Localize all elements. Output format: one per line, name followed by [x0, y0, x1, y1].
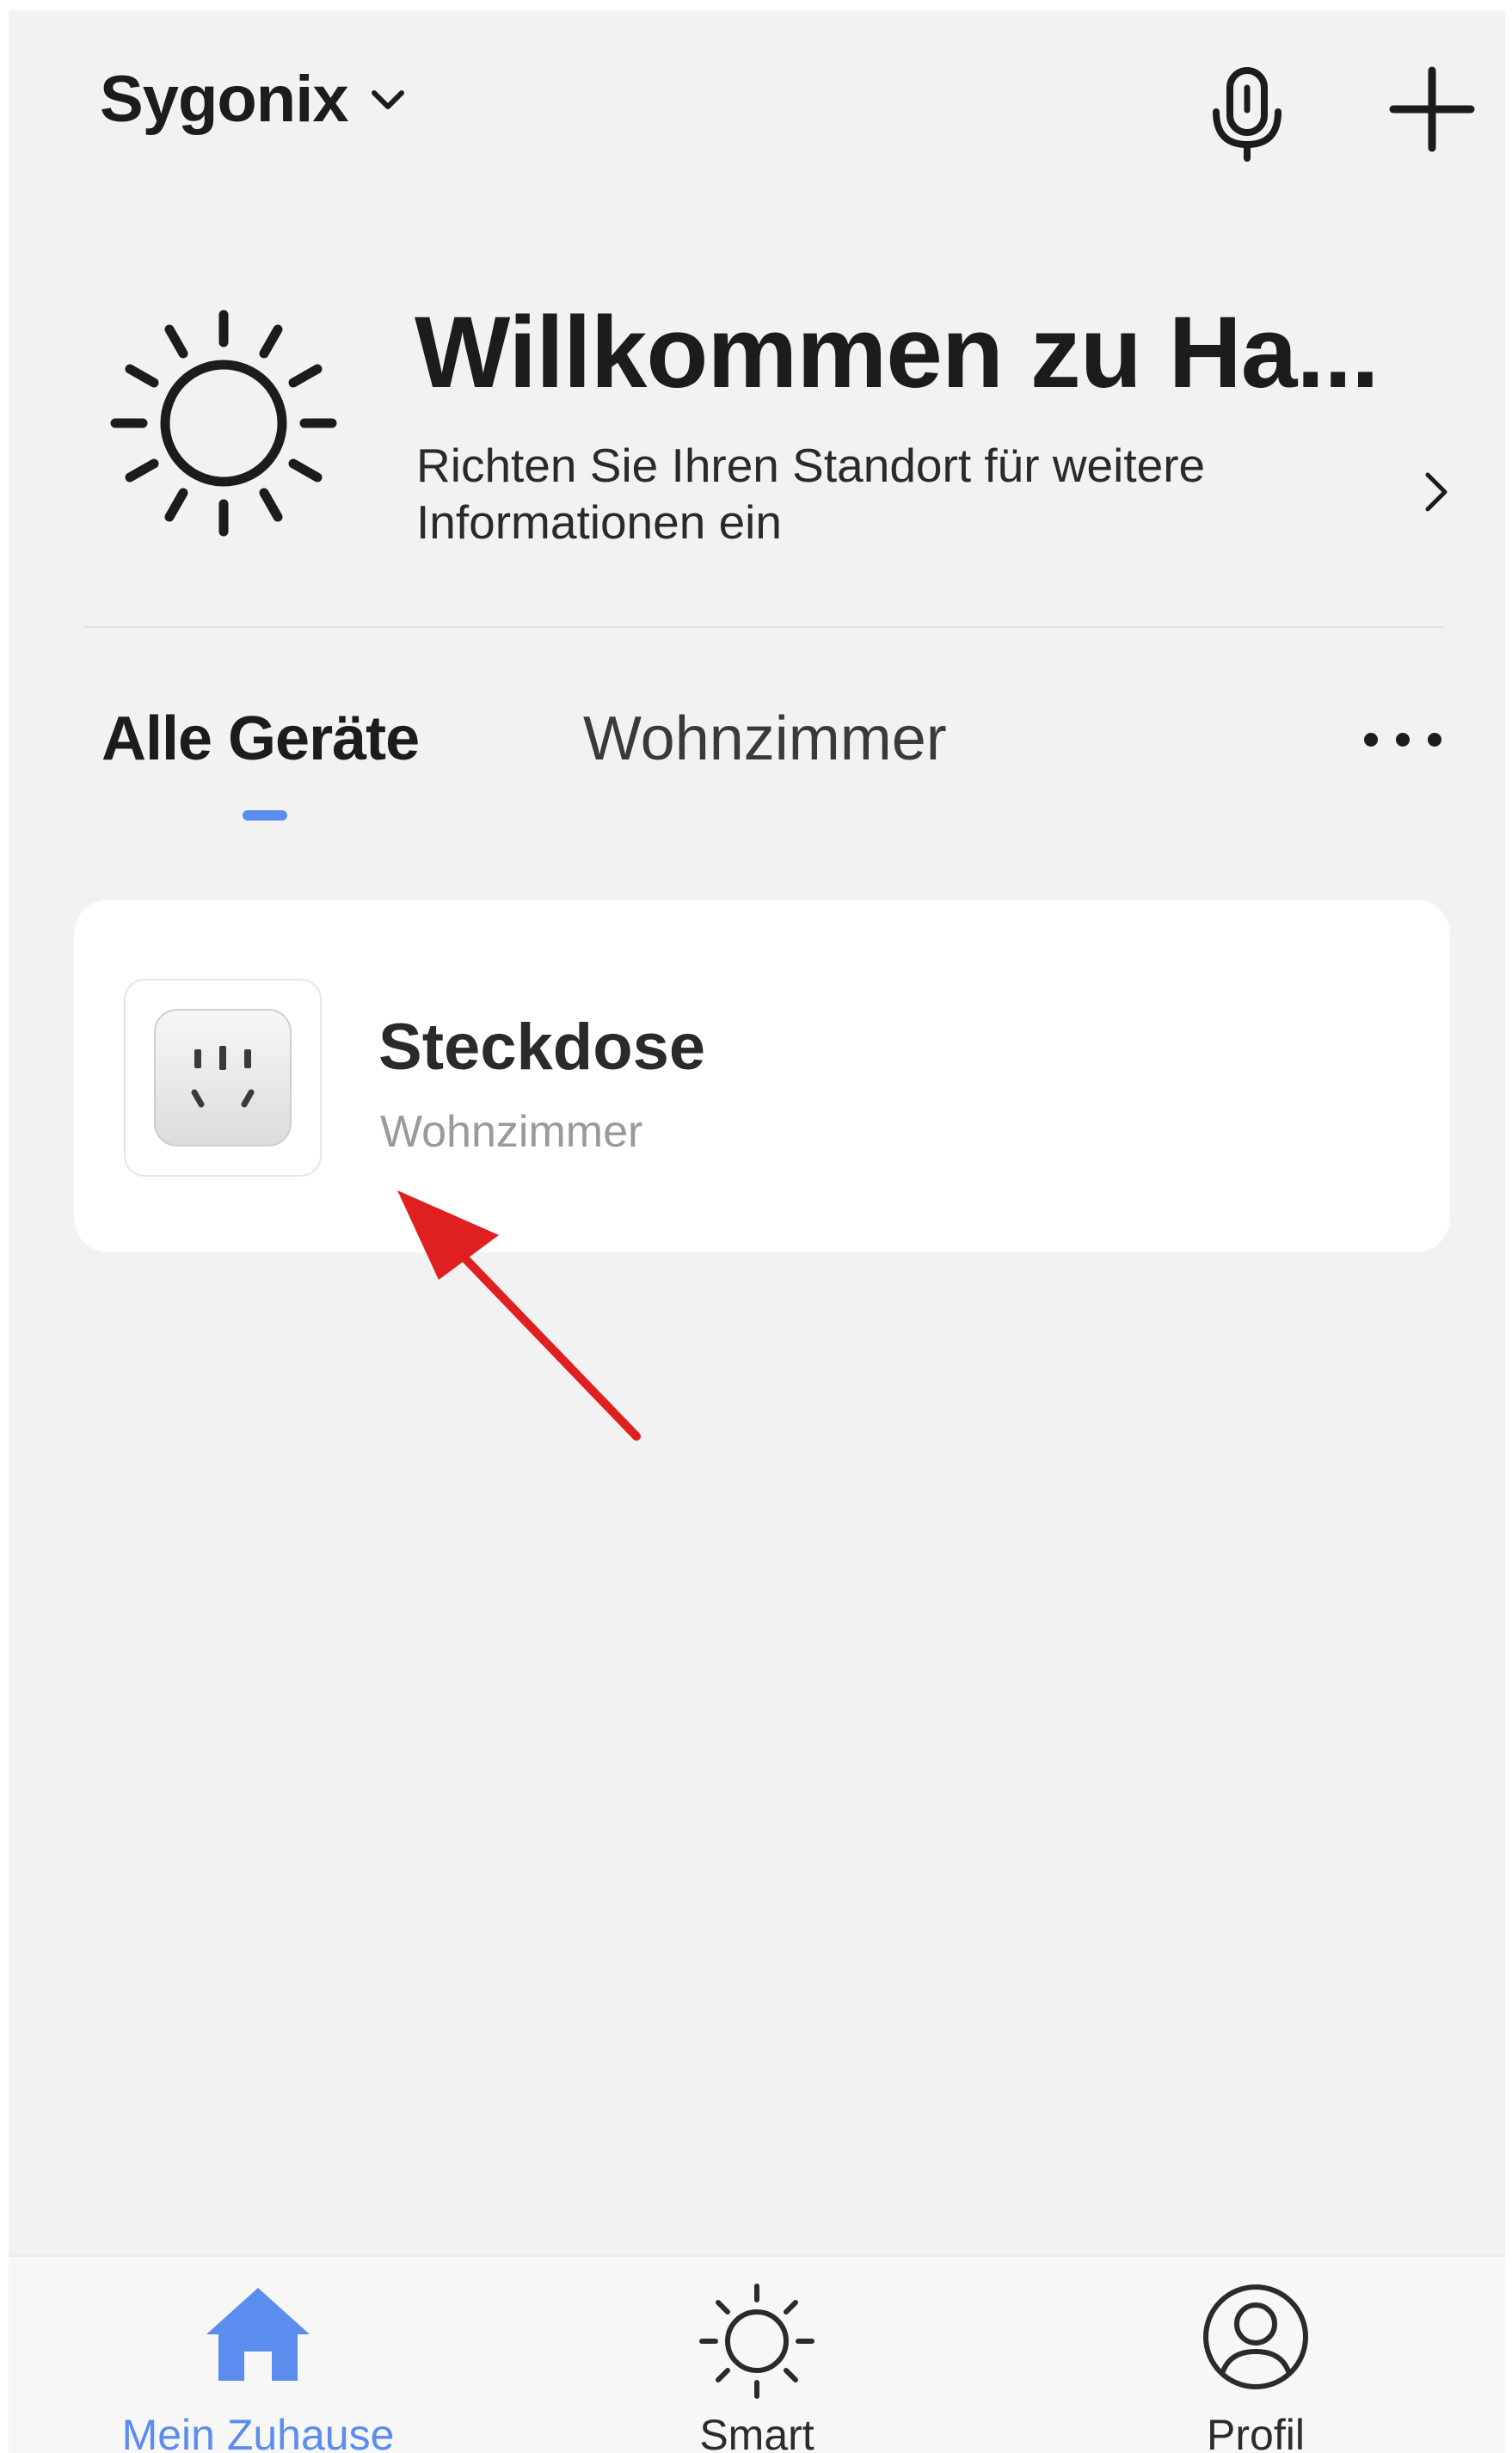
home-name: Sygonix	[100, 63, 349, 136]
welcome-banner[interactable]: Willkommen zu Ha... Richten Sie Ihren St…	[9, 286, 1505, 569]
sun-icon	[110, 310, 337, 537]
device-card[interactable]: Steckdose Wohnzimmer	[74, 900, 1450, 1252]
power-socket-icon	[154, 1009, 292, 1147]
sun-icon	[699, 2284, 814, 2399]
device-name: Steckdose	[378, 1011, 706, 1084]
more-options-icon[interactable]	[1355, 714, 1450, 765]
divider	[84, 626, 1443, 628]
nav-profil[interactable]: Profil	[1032, 2257, 1479, 2453]
bottom-nav: Mein Zuhause Smart Profil	[9, 2255, 1505, 2453]
tab-wohnzimmer[interactable]: Wohnzimmer	[583, 704, 947, 774]
nav-label-smart: Smart	[699, 2411, 814, 2453]
profile-icon	[1203, 2284, 1308, 2389]
active-tab-indicator	[243, 810, 287, 821]
device-room: Wohnzimmer	[380, 1107, 643, 1157]
nav-smart[interactable]: Smart	[533, 2257, 980, 2453]
nav-label-mein-zuhause: Mein Zuhause	[121, 2411, 395, 2453]
welcome-title: Willkommen zu Ha...	[415, 296, 1380, 409]
device-thumbnail	[124, 979, 322, 1177]
nav-label-profil: Profil	[1207, 2411, 1305, 2453]
home-selector[interactable]: Sygonix	[100, 62, 409, 137]
microphone-icon[interactable]	[1204, 62, 1290, 165]
add-device-button[interactable]	[1385, 62, 1479, 157]
app-screen: Sygonix Willkommen zu Ha... Richten Sie …	[9, 10, 1505, 2453]
home-icon	[206, 2288, 310, 2381]
nav-mein-zuhause[interactable]: Mein Zuhause	[34, 2257, 482, 2453]
tab-alle-geraete[interactable]: Alle Geräte	[101, 704, 420, 774]
welcome-subtitle: Richten Sie Ihren Standort für weitere I…	[416, 439, 1206, 549]
chevron-right-icon	[1425, 472, 1447, 512]
chevron-down-icon	[371, 89, 404, 109]
